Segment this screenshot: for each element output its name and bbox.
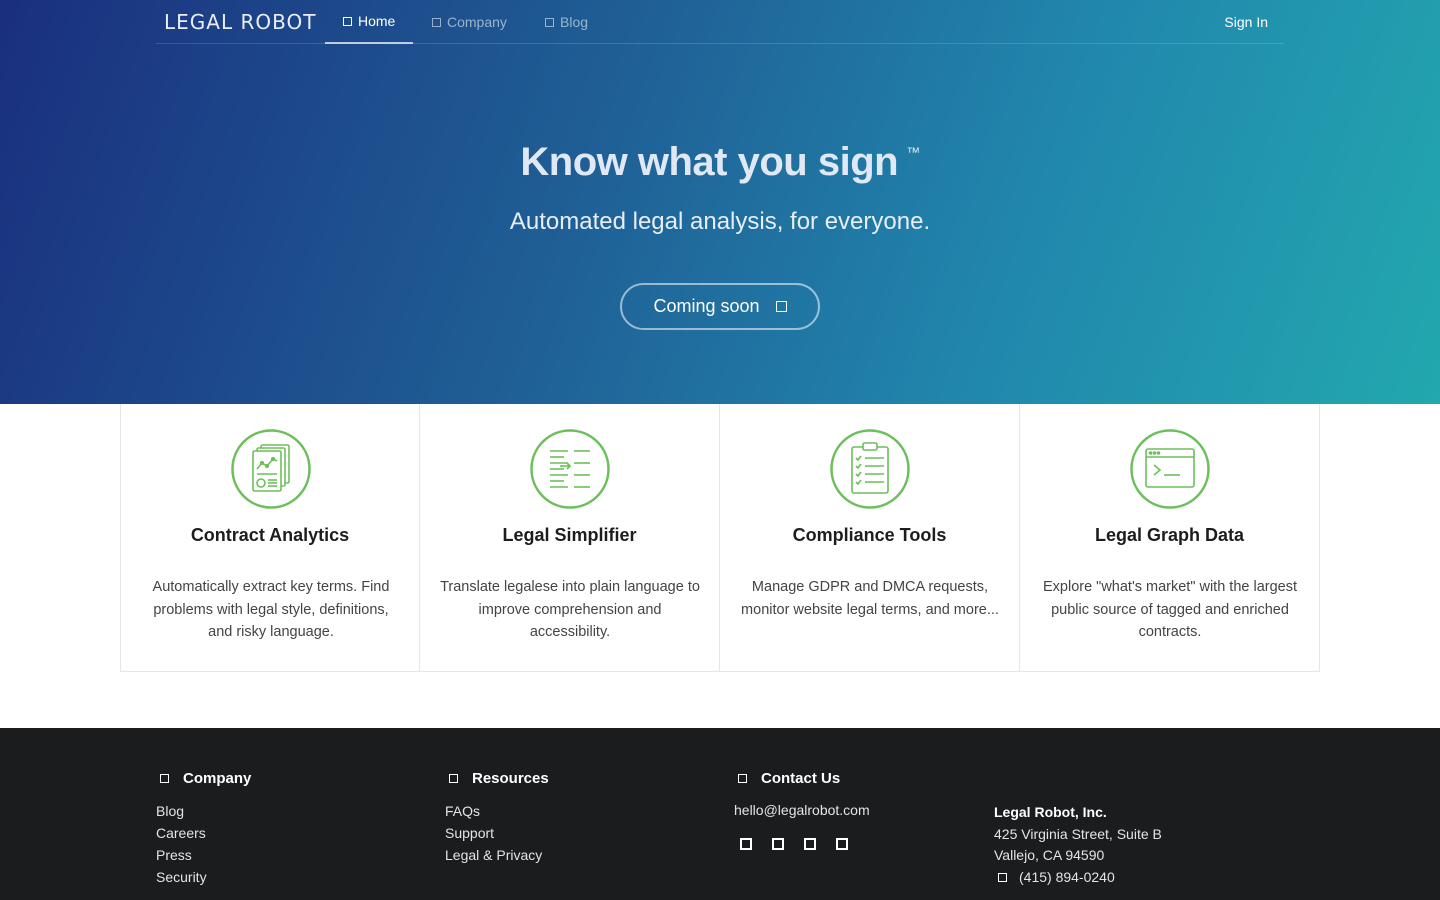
checklist-clipboard-icon [830, 429, 910, 509]
sign-in-link[interactable]: Sign In [1224, 0, 1268, 44]
envelope-icon [738, 773, 747, 783]
top-navbar: LEGAL ROBOT Home Company Blog Sign In [156, 0, 1284, 44]
hero-title-text: Know what you sign [520, 140, 899, 184]
phone-icon [998, 872, 1007, 882]
twitter-icon[interactable] [740, 838, 752, 850]
footer-contact-heading: Contact Us [738, 768, 870, 788]
footer-heading-text: Resources [472, 769, 549, 787]
feature-description: Explore "what's market" with the largest… [1042, 579, 1298, 640]
text-simplify-icon [530, 429, 610, 509]
company-address: Legal Robot, Inc. 425 Virginia Street, S… [994, 802, 1162, 888]
nav-tab-label: Home [358, 13, 396, 29]
feature-description: Automatically extract key terms. Find pr… [152, 579, 390, 640]
square-icon [545, 17, 554, 27]
square-icon [775, 301, 787, 312]
feature-title: Legal Simplifier [502, 525, 637, 545]
feature-description: Translate legalese into plain language t… [440, 579, 700, 640]
nav-tab-label: Company [447, 14, 507, 30]
address-city: Vallejo, CA 94590 [994, 847, 1105, 863]
feature-title: Legal Graph Data [1094, 525, 1245, 545]
linkedin-icon[interactable] [804, 838, 816, 850]
facebook-icon[interactable] [772, 838, 784, 850]
footer-link-support[interactable]: Support [445, 822, 549, 844]
contact-email-link[interactable]: hello@legalrobot.com [734, 802, 870, 818]
footer-company-heading: Company [160, 768, 251, 788]
feature-title: Contract Analytics [190, 525, 350, 545]
footer-heading-text: Contact Us [761, 769, 841, 787]
footer-link-blog[interactable]: Blog [156, 800, 251, 822]
social-links [740, 838, 870, 850]
footer-company-column: Company Blog Careers Press Security [156, 768, 251, 888]
nav-tab-company[interactable]: Company [414, 0, 525, 44]
hero-section: LEGAL ROBOT Home Company Blog Sign In Kn… [0, 0, 1440, 404]
footer-resources-heading: Resources [449, 768, 549, 788]
company-name: Legal Robot, Inc. [994, 804, 1107, 820]
square-icon [343, 16, 352, 26]
hero-title: Know what you sign ™ [0, 140, 1440, 185]
phone-number[interactable]: (415) 894-0240 [1019, 867, 1115, 889]
terminal-window-icon [1130, 429, 1210, 509]
footer-company-links: Blog Careers Press Security [156, 800, 251, 888]
feature-card-contract-analytics: Contract Analytics Automatically extract… [120, 404, 420, 672]
address-street: 425 Virginia Street, Suite B [994, 825, 1162, 842]
github-icon[interactable] [836, 838, 848, 850]
footer-link-press[interactable]: Press [156, 844, 251, 866]
square-icon [432, 17, 441, 27]
coming-soon-button[interactable]: Coming soon [620, 283, 820, 330]
building-icon [160, 773, 169, 783]
phone-row: (415) 894-0240 [998, 867, 1162, 889]
footer-contact-column: Contact Us hello@legalrobot.com [734, 768, 870, 850]
feature-card-legal-simplifier: Legal Simplifier Translate legalese into… [420, 404, 720, 672]
book-icon [449, 773, 458, 783]
features-section: Contract Analytics Automatically extract… [120, 404, 1320, 672]
legal-robot-logo[interactable]: LEGAL ROBOT [164, 10, 316, 34]
footer-resources-column: Resources FAQs Support Legal & Privacy [445, 768, 549, 866]
footer-link-legal-privacy[interactable]: Legal & Privacy [445, 844, 549, 866]
feature-title: Compliance Tools [792, 525, 947, 545]
trademark-symbol: ™ [906, 144, 920, 160]
nav-tab-label: Blog [560, 14, 589, 30]
hero-subtitle: Automated legal analysis, for everyone. [509, 208, 931, 235]
feature-description: Manage GDPR and DMCA requests, monitor w… [741, 579, 999, 618]
site-footer: Company Blog Careers Press Security Reso… [0, 728, 1440, 900]
feature-card-compliance-tools: Compliance Tools Manage GDPR and DMCA re… [720, 404, 1020, 672]
footer-link-faqs[interactable]: FAQs [445, 800, 549, 822]
cta-label: Coming soon [653, 296, 760, 316]
nav-tab-home[interactable]: Home [325, 0, 414, 44]
footer-link-security[interactable]: Security [156, 866, 251, 888]
feature-card-legal-graph-data: Legal Graph Data Explore "what's market"… [1020, 404, 1320, 672]
document-analytics-icon [231, 429, 311, 509]
footer-heading-text: Company [183, 769, 252, 787]
nav-tab-blog[interactable]: Blog [527, 0, 606, 44]
footer-resources-links: FAQs Support Legal & Privacy [445, 800, 549, 866]
footer-link-careers[interactable]: Careers [156, 822, 251, 844]
